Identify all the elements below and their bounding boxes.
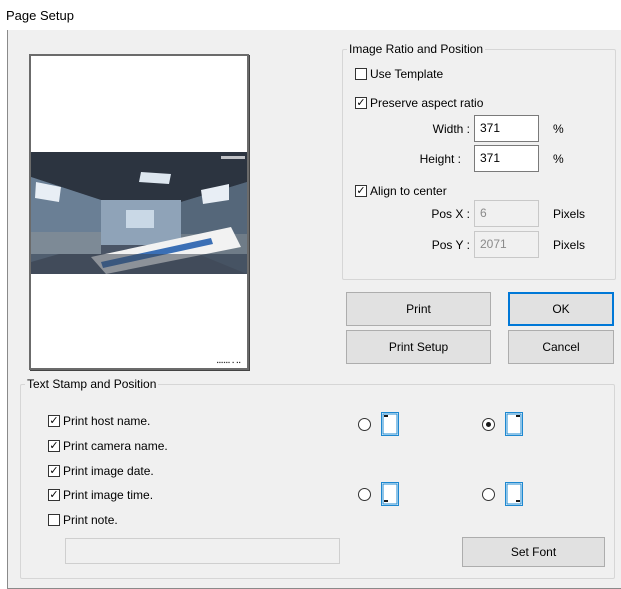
print-image-date-checkbox[interactable]: ✓ Print image date.: [48, 464, 154, 478]
checkbox-box[interactable]: ✓: [48, 415, 60, 427]
use-template-checkbox[interactable]: Use Template: [355, 67, 443, 81]
width-input[interactable]: 371: [474, 115, 539, 142]
width-label: Width :: [432, 122, 470, 136]
dialog-client-area: ▪▪▪▪▪▪ ▪ ▪▪ Image Ratio and Position Use…: [7, 30, 621, 589]
checkbox-label: Print note.: [63, 513, 118, 527]
preview-text-stamp: ▪▪▪▪▪▪ ▪ ▪▪: [216, 360, 241, 366]
print-setup-button[interactable]: Print Setup: [346, 330, 491, 364]
page-bottom-left-icon: [381, 482, 399, 506]
align-center-checkbox[interactable]: ✓ Align to center: [355, 184, 447, 198]
pos-x-unit: Pixels: [553, 207, 586, 221]
checkbox-label: Print image time.: [63, 488, 154, 502]
pos-x-input[interactable]: 6: [474, 200, 539, 227]
checkbox-box[interactable]: ✓: [48, 465, 60, 477]
page-top-left-icon: [381, 412, 399, 436]
checkbox-box[interactable]: ✓: [48, 489, 60, 501]
checkbox-label: Print camera name.: [63, 439, 168, 453]
pos-x-label: Pos X :: [431, 207, 470, 221]
print-image-time-checkbox[interactable]: ✓ Print image time.: [48, 488, 153, 502]
cancel-button[interactable]: Cancel: [508, 330, 614, 364]
print-camera-name-checkbox[interactable]: ✓ Print camera name.: [48, 439, 168, 453]
preserve-aspect-label: Preserve aspect ratio: [370, 96, 484, 110]
height-unit: %: [553, 152, 564, 166]
set-font-button[interactable]: Set Font: [462, 537, 605, 567]
checkbox-box[interactable]: [355, 68, 367, 80]
note-input[interactable]: [65, 538, 340, 564]
window-title: Page Setup: [6, 8, 74, 23]
title-bar: Page Setup: [0, 0, 621, 30]
pos-y-label: Pos Y :: [431, 238, 470, 252]
checkbox-box[interactable]: [48, 514, 60, 526]
use-template-label: Use Template: [370, 67, 444, 81]
pos-y-input[interactable]: 2071: [474, 231, 539, 258]
position-top-right-radio[interactable]: [482, 418, 495, 431]
position-bottom-left-radio[interactable]: [358, 488, 371, 501]
checkbox-box[interactable]: ✓: [355, 185, 367, 197]
pos-y-unit: Pixels: [553, 238, 586, 252]
text-stamp-legend: Text Stamp and Position: [27, 377, 157, 391]
checkbox-box[interactable]: ✓: [355, 97, 367, 109]
align-center-label: Align to center: [370, 184, 447, 198]
print-host-name-checkbox[interactable]: ✓ Print host name.: [48, 414, 150, 428]
print-note-checkbox[interactable]: Print note.: [48, 513, 118, 527]
ok-button[interactable]: OK: [508, 292, 614, 326]
checkbox-label: Print host name.: [63, 414, 151, 428]
position-top-left-radio[interactable]: [358, 418, 371, 431]
position-bottom-right-radio[interactable]: [482, 488, 495, 501]
print-button[interactable]: Print: [346, 292, 491, 326]
checkbox-label: Print image date.: [63, 464, 154, 478]
preserve-aspect-checkbox[interactable]: ✓ Preserve aspect ratio: [355, 96, 483, 110]
checkbox-box[interactable]: ✓: [48, 440, 60, 452]
image-ratio-legend: Image Ratio and Position: [349, 42, 484, 56]
width-unit: %: [553, 122, 564, 136]
height-label: Height :: [419, 152, 461, 166]
page-top-right-icon: [505, 412, 523, 436]
print-preview: ▪▪▪▪▪▪ ▪ ▪▪: [29, 54, 249, 370]
height-input[interactable]: 371: [474, 145, 539, 172]
page-bottom-right-icon: [505, 482, 523, 506]
preview-photo: [31, 152, 247, 274]
